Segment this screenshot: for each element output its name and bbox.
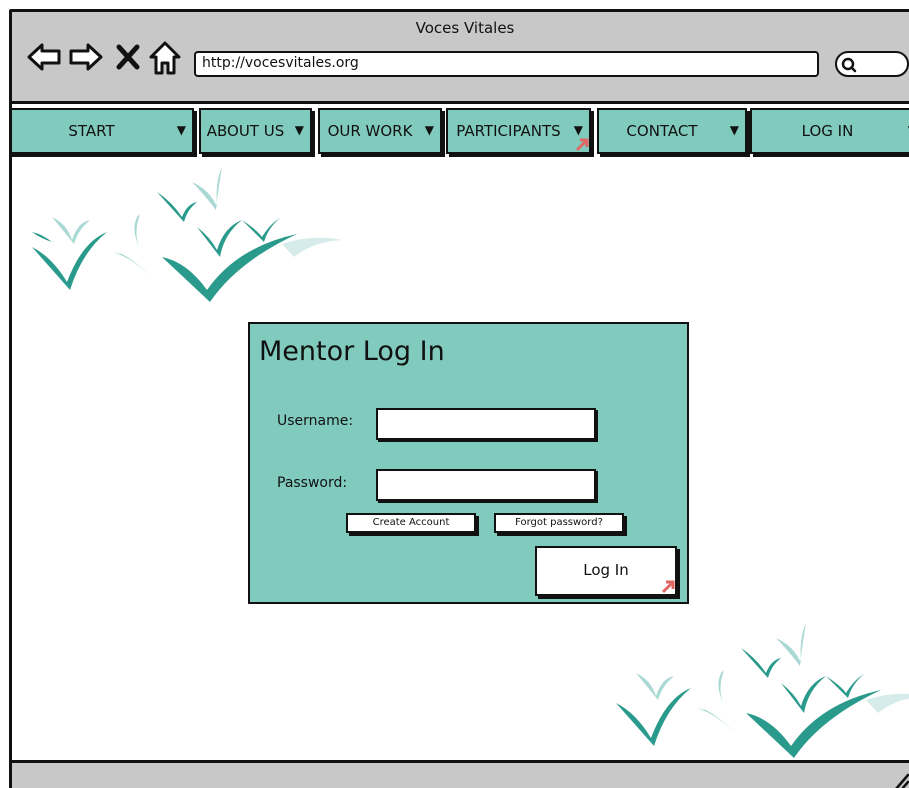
main-menu: START ▼ ABOUT US ▼ OUR WORK ▼ PARTICIPAN…	[12, 108, 909, 156]
password-input[interactable]	[376, 469, 596, 501]
menu-item-log-in[interactable]: LOG IN ▼	[750, 108, 909, 154]
back-arrow-icon[interactable]	[26, 40, 62, 74]
link-marker-icon	[661, 580, 675, 594]
chevron-down-icon: ▼	[573, 123, 583, 137]
search-box[interactable]	[835, 51, 909, 77]
menu-item-participants[interactable]: PARTICIPANTS ▼	[446, 108, 591, 154]
username-input[interactable]	[376, 408, 596, 440]
birds-illustration	[32, 167, 342, 302]
window-title: Voces Vitales	[415, 19, 515, 37]
forgot-password-button[interactable]: Forgot password?	[494, 513, 624, 533]
menu-item-start[interactable]: START ▼	[12, 108, 194, 154]
password-label: Password:	[277, 475, 348, 491]
menu-item-our-work[interactable]: OUR WORK ▼	[318, 108, 442, 154]
menu-item-contact[interactable]: CONTACT ▼	[597, 108, 747, 154]
status-bar	[12, 760, 909, 788]
birds-illustration	[616, 623, 909, 758]
log-in-button-label: Log In	[583, 561, 629, 579]
chevron-down-icon: ▼	[176, 123, 186, 137]
menu-item-about-us[interactable]: ABOUT US ▼	[199, 108, 312, 154]
home-icon[interactable]	[148, 40, 182, 76]
browser-window: Voces Vitales http://vocesvitales.org ST…	[9, 9, 909, 788]
chevron-down-icon: ▼	[294, 123, 304, 137]
login-title: Mentor Log In	[259, 336, 445, 367]
forward-arrow-icon[interactable]	[68, 40, 104, 74]
search-icon	[841, 57, 857, 73]
username-label: Username:	[277, 413, 354, 429]
link-marker-icon	[575, 138, 589, 152]
chevron-down-icon: ▼	[729, 123, 739, 137]
create-account-button[interactable]: Create Account	[346, 513, 476, 533]
resize-grip-icon[interactable]	[892, 771, 909, 788]
log-in-button[interactable]: Log In	[535, 546, 677, 596]
mentor-login-panel: Mentor Log In Username: Password: Create…	[248, 322, 689, 604]
close-icon[interactable]	[116, 44, 140, 70]
browser-chrome: Voces Vitales http://vocesvitales.org	[12, 12, 909, 104]
url-input[interactable]: http://vocesvitales.org	[194, 51, 819, 77]
chevron-down-icon: ▼	[424, 123, 434, 137]
